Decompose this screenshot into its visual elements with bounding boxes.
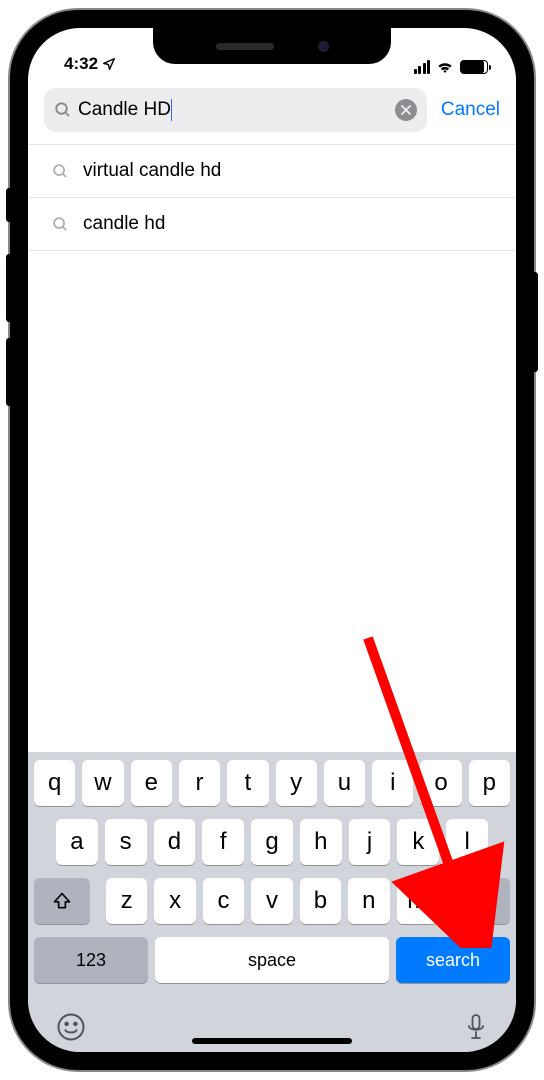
- key-t[interactable]: t: [227, 760, 268, 806]
- battery-icon: [460, 60, 488, 74]
- suggestion-label: candle hd: [83, 213, 165, 235]
- search-key[interactable]: search: [396, 937, 510, 983]
- key-o[interactable]: o: [420, 760, 461, 806]
- key-n[interactable]: n: [348, 878, 389, 924]
- keyboard: qwertyuiop asdfghjkl zxcvbnm 123: [28, 752, 516, 1052]
- key-k[interactable]: k: [397, 819, 439, 865]
- key-c[interactable]: c: [203, 878, 244, 924]
- key-a[interactable]: a: [56, 819, 98, 865]
- search-row: Candle HD Cancel: [28, 76, 516, 144]
- key-r[interactable]: r: [179, 760, 220, 806]
- key-z[interactable]: z: [106, 878, 147, 924]
- key-p[interactable]: p: [469, 760, 510, 806]
- key-j[interactable]: j: [349, 819, 391, 865]
- key-f[interactable]: f: [202, 819, 244, 865]
- iphone-frame: 4:32 Candle: [10, 10, 534, 1070]
- dictation-key[interactable]: [464, 1012, 488, 1042]
- status-time: 4:32: [64, 54, 98, 74]
- suggestion-item[interactable]: candle hd: [28, 198, 516, 251]
- suggestion-list: virtual candle hd candle hd: [28, 145, 516, 251]
- suggestion-label: virtual candle hd: [83, 160, 221, 182]
- key-m[interactable]: m: [397, 878, 438, 924]
- search-icon: [54, 101, 72, 119]
- notch: [153, 28, 391, 64]
- search-icon: [52, 163, 69, 180]
- search-icon: [52, 216, 69, 233]
- key-v[interactable]: v: [251, 878, 292, 924]
- key-y[interactable]: y: [276, 760, 317, 806]
- search-box[interactable]: Candle HD: [44, 88, 427, 132]
- wifi-icon: [436, 60, 454, 74]
- key-x[interactable]: x: [154, 878, 195, 924]
- location-icon: [102, 57, 116, 71]
- key-e[interactable]: e: [131, 760, 172, 806]
- backspace-key[interactable]: [454, 878, 510, 924]
- shift-key[interactable]: [34, 878, 90, 924]
- key-i[interactable]: i: [372, 760, 413, 806]
- search-input[interactable]: Candle HD: [78, 99, 389, 121]
- home-indicator[interactable]: [192, 1038, 352, 1044]
- suggestion-item[interactable]: virtual candle hd: [28, 145, 516, 198]
- key-w[interactable]: w: [82, 760, 123, 806]
- key-g[interactable]: g: [251, 819, 293, 865]
- emoji-key[interactable]: [56, 1012, 86, 1042]
- key-d[interactable]: d: [154, 819, 196, 865]
- key-s[interactable]: s: [105, 819, 147, 865]
- numbers-key[interactable]: 123: [34, 937, 148, 983]
- key-q[interactable]: q: [34, 760, 75, 806]
- clear-button[interactable]: [395, 99, 417, 121]
- key-b[interactable]: b: [300, 878, 341, 924]
- key-u[interactable]: u: [324, 760, 365, 806]
- key-h[interactable]: h: [300, 819, 342, 865]
- key-l[interactable]: l: [446, 819, 488, 865]
- screen: 4:32 Candle: [28, 28, 516, 1052]
- cancel-button[interactable]: Cancel: [441, 99, 500, 121]
- space-key[interactable]: space: [155, 937, 389, 983]
- cellular-icon: [414, 60, 431, 74]
